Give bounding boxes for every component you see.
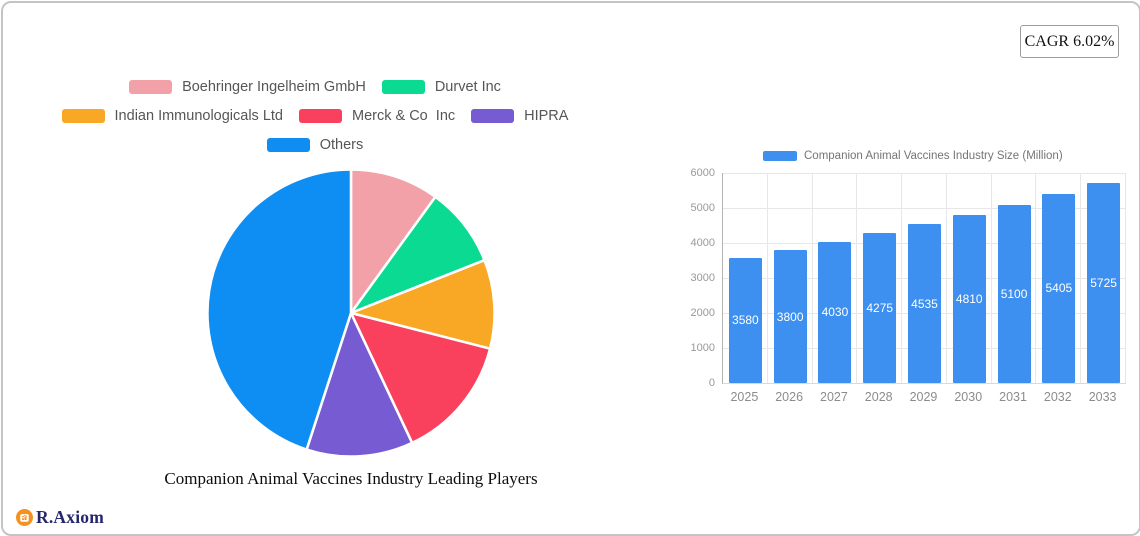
bar-value-label: 3800 [776,309,804,324]
x-axis-tick: 2033 [1088,390,1117,404]
bar-value-label: 5100 [1000,286,1028,301]
pie-chart-title: Companion Animal Vaccines Industry Leadi… [164,469,538,488]
pie-chart[interactable] [204,166,498,460]
legend-label: Merck & Co Inc [352,108,456,124]
x-axis-tick: 2025 [730,390,759,404]
legend-label: Durvet Inc [434,79,501,95]
gridline [1035,173,1037,383]
bar-value-label: 4275 [866,301,894,316]
gridline [766,173,768,383]
legend-label: Others [319,137,364,153]
bar-legend-label: Companion Animal Vaccines Industry Size … [804,150,1063,162]
legend-label: HIPRA [524,108,569,124]
bar-2027[interactable]: 4030 [818,241,852,383]
x-axis-tick: 2028 [864,390,893,404]
legend-label: Indian Immunologicals Ltd [114,108,283,124]
legend-item-indian-immunologicals-ltd[interactable]: Indian Immunologicals Ltd [61,108,283,124]
gridline [990,173,992,383]
bar-2033[interactable]: 5725 [1087,182,1121,383]
y-axis-tick: 0 [708,377,715,389]
bar-chart-plot: 3580 3800 4030 4275 4535 4810 5100 5405 5725 [722,173,1126,384]
report-card: CAGR 6.02% Boehringer Ingelheim GmbH Durv… [1,1,1140,536]
y-axis-tick: 1000 [690,342,715,354]
bar-2025[interactable]: 3580 [728,257,762,383]
gridline [723,173,1126,174]
gridline [1125,173,1126,383]
y-axis-tick: 3000 [690,272,715,284]
cagr-badge: CAGR 6.02% [1020,25,1119,58]
bar-2026[interactable]: 3800 [773,250,807,383]
legend-item-boehringer-ingelheim-gmbh[interactable]: Boehringer Ingelheim GmbH [129,79,366,95]
legend-row: Indian Immunologicals Ltd Merck & Co Inc H… [3,106,627,126]
bar-value-label: 5405 [1045,281,1073,296]
bar-2032[interactable]: 5405 [1042,193,1076,383]
bar-2029[interactable]: 4535 [908,224,941,383]
legend-swatch [61,109,105,123]
bar-chart-legend[interactable]: Companion Animal Vaccines Industry Size … [763,150,1063,162]
y-axis-tick: 5000 [690,202,715,214]
bar-2028[interactable]: 4275 [863,233,897,383]
bar-2030[interactable]: 4810 [952,214,986,383]
legend-item-hipra[interactable]: HIPRA [471,108,568,124]
legend-swatch [381,80,425,94]
legend-swatch [266,138,310,152]
brand-text: R.Axiom [36,507,104,527]
x-axis-tick: 2026 [775,390,804,404]
x-axis-tick: 2031 [999,390,1027,404]
growth-chart-icon [16,509,33,526]
legend-label: Boehringer Ingelheim GmbH [182,79,366,95]
y-axis-tick: 2000 [690,307,715,319]
legend-swatch [299,109,342,123]
x-axis-tick: 2029 [909,390,938,404]
legend-item-merck-co-inc[interactable]: Merck & Co Inc [299,108,455,124]
brand-logo: R.Axiom [16,507,104,528]
pie-legend: Boehringer Ingelheim GmbH Durvet Inc India… [3,77,627,164]
gridline [1080,173,1082,383]
bar-value-label: 3580 [732,313,759,328]
x-axis-tick: 2032 [1043,390,1072,404]
x-axis-tick: 2030 [954,390,983,404]
legend-item-durvet-inc[interactable]: Durvet Inc [381,79,501,95]
gridline [856,173,858,383]
legend-swatch [471,109,515,123]
bar-2031[interactable]: 5100 [997,204,1031,383]
bar-legend-swatch [763,151,797,161]
legend-row: Others [3,135,627,155]
gridline [811,173,813,383]
bar-value-label: 4030 [821,305,849,320]
legend-item-others[interactable]: Others [266,137,364,153]
gridline [901,173,903,383]
legend-swatch [129,80,173,94]
gridline [945,173,947,383]
x-axis-tick: 2027 [820,390,848,404]
bar-value-label: 4535 [911,296,938,311]
y-axis-tick: 4000 [690,237,715,249]
y-axis-tick: 6000 [690,167,715,179]
bar-value-label: 4810 [955,291,983,306]
bar-value-label: 5725 [1090,275,1117,290]
legend-row: Boehringer Ingelheim GmbH Durvet Inc [3,77,627,97]
